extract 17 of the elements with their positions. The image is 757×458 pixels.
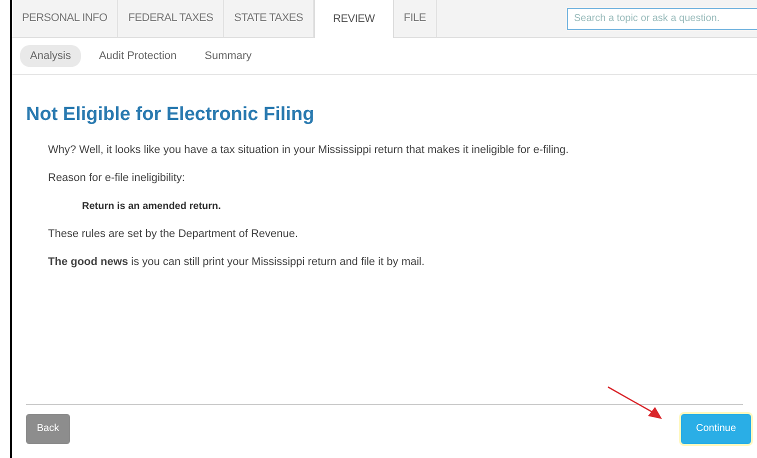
- back-button[interactable]: Back: [26, 414, 70, 444]
- sub-tab[interactable]: Summary: [194, 44, 262, 68]
- annotation-arrow: [606, 385, 664, 421]
- intro-text: Why? Well, it looks like you have a tax situation in your Mississippi return that makes it ineligible for e-filing.: [48, 142, 570, 158]
- reason-label: Reason for e-file ineligibility:: [48, 171, 186, 186]
- reason-text: Return is an amended return.: [81, 200, 222, 214]
- nav-tab[interactable]: FEDERAL TAXES: [118, 0, 224, 37]
- nav-tab[interactable]: REVIEW: [314, 0, 394, 38]
- continue-button[interactable]: Continue: [681, 414, 751, 444]
- page-title: Not Eligible for Electronic Filing: [26, 103, 316, 127]
- search-field[interactable]: Search a topic or ask a question.: [567, 8, 757, 30]
- sub-tab[interactable]: Audit Protection: [88, 44, 187, 68]
- rules-note: These rules are set by the Department of Revenue.: [48, 226, 300, 242]
- good-news-text: The good news is you can still print your Mississippi return and file it by mail.: [48, 255, 426, 270]
- sub-tab[interactable]: Analysis: [20, 44, 81, 68]
- nav-tab[interactable]: FILE: [394, 0, 437, 37]
- nav-tab[interactable]: PERSONAL INFO: [12, 0, 118, 37]
